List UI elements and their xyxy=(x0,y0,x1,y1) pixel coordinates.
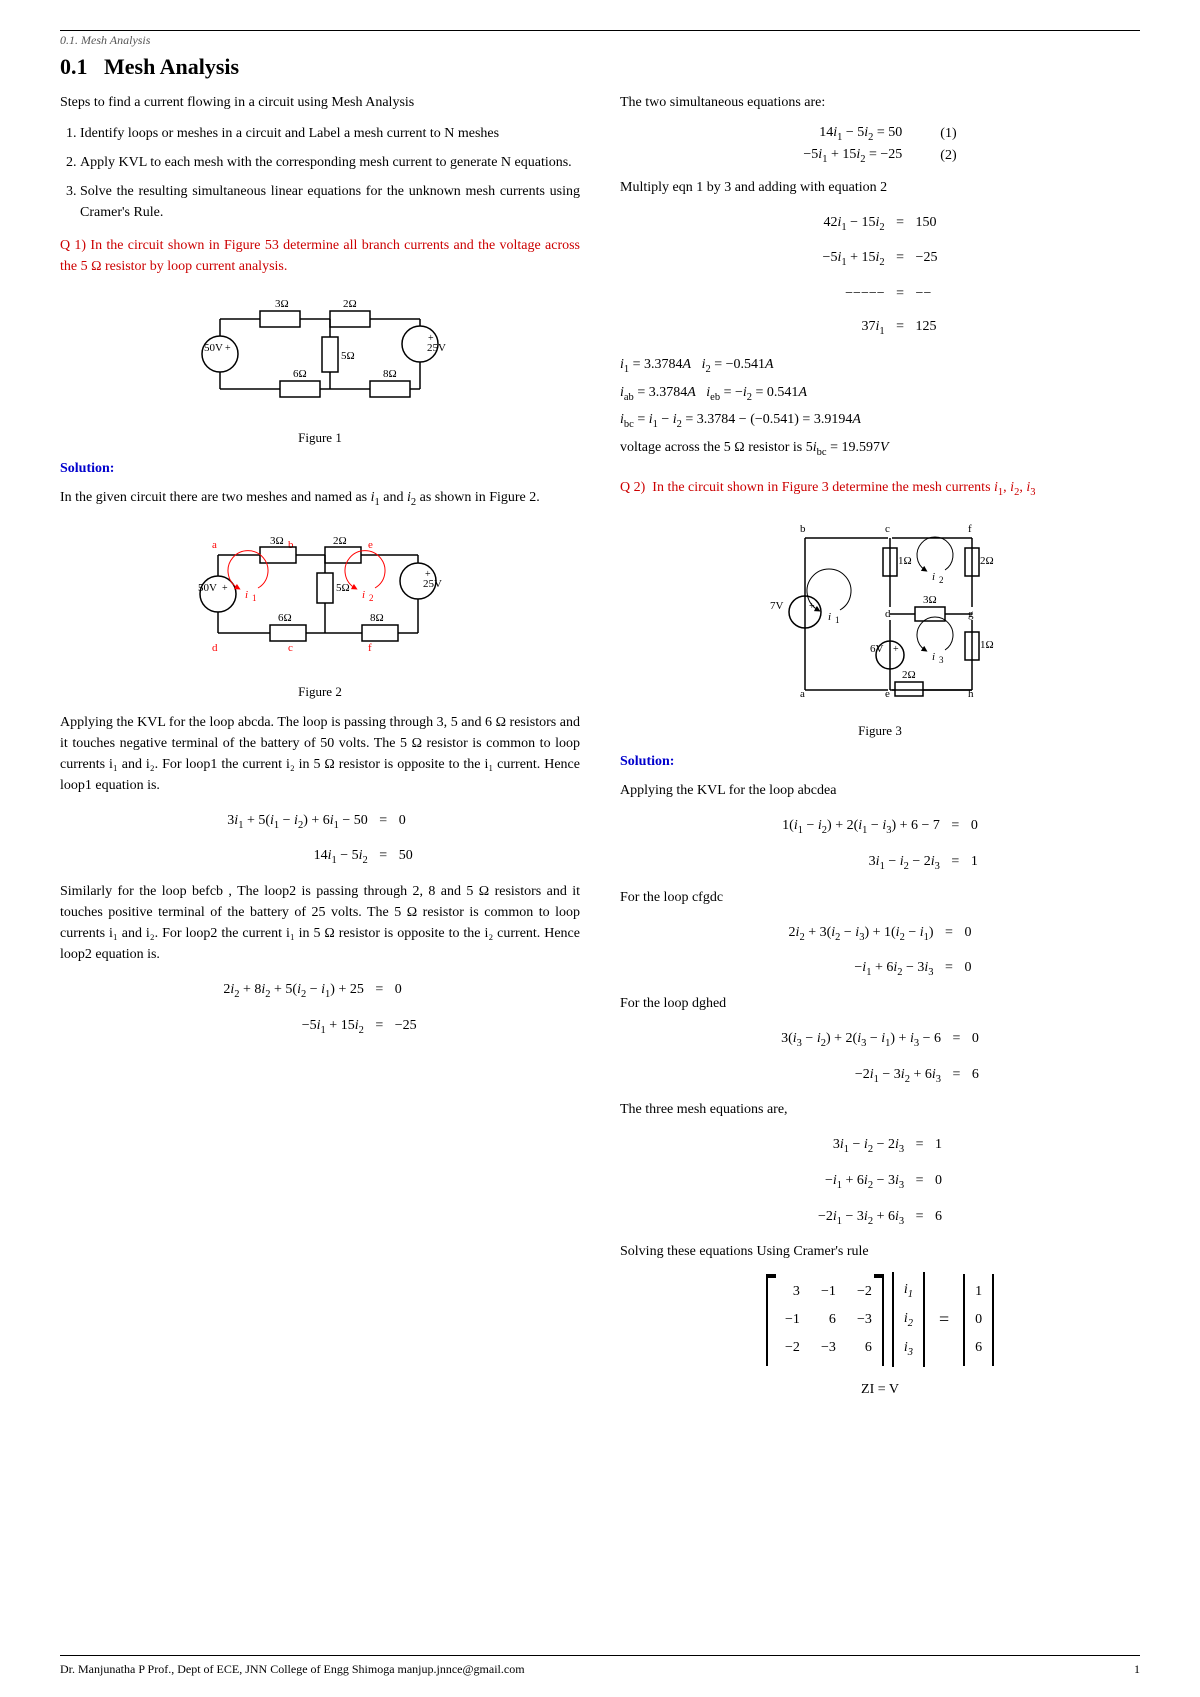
left-column: Steps to find a current flowing in a cir… xyxy=(60,92,580,1410)
svg-text:+: + xyxy=(225,343,231,354)
results-1: i1 = 3.3784A i2 = −0.541A iab = 3.3784A … xyxy=(620,352,1140,463)
svg-text:+: + xyxy=(222,583,228,594)
svg-text:6Ω: 6Ω xyxy=(278,612,292,624)
svg-text:5Ω: 5Ω xyxy=(341,350,355,362)
kvl-abcdea-text: Applying the KVL for the loop abcdea xyxy=(620,780,1140,801)
simul-text: The two simultaneous equations are: xyxy=(620,92,1140,113)
svg-text:c: c xyxy=(885,523,890,535)
loop-dghed-eq: 3(i3 − i2) + 2(i3 − i1) + i3 − 6 = 0 −2i… xyxy=(620,1024,1140,1091)
svg-text:25V: 25V xyxy=(427,342,446,354)
svg-text:2: 2 xyxy=(939,575,944,585)
right-column: The two simultaneous equations are: 14i1… xyxy=(620,92,1140,1410)
svg-text:1Ω: 1Ω xyxy=(980,639,994,651)
svg-text:f: f xyxy=(968,523,972,535)
figure-3-container: b c f a e h d g 7V + xyxy=(620,512,1140,739)
svg-text:6Ω: 6Ω xyxy=(293,368,307,380)
svg-text:2Ω: 2Ω xyxy=(902,669,916,681)
loop2-text: Similarly for the loop befcb , The loop2… xyxy=(60,881,580,965)
loop-abcdea-eq: 1(i1 − i2) + 2(i1 − i3) + 6 − 7 = 0 3i1 … xyxy=(620,811,1140,878)
simul-equations: 14i1 − 5i2 = 50 (1) −5i1 + 15i2 = −25 (2… xyxy=(795,123,964,167)
page: 0.1. Mesh Analysis 0.1 Mesh Analysis Ste… xyxy=(0,0,1200,1697)
svg-text:7V: 7V xyxy=(770,600,784,612)
step-3: Solve the resulting simultaneous linear … xyxy=(80,181,580,223)
loop-dghed-label: For the loop dghed xyxy=(620,993,1140,1014)
fig3-caption: Figure 3 xyxy=(620,723,1140,739)
figure-2-svg: a b e d c f 3Ω 2Ω xyxy=(170,523,470,673)
figure-1-svg: 3Ω 2Ω + 25V 5Ω xyxy=(180,289,460,419)
step-1: Identify loops or meshes in a circuit an… xyxy=(80,123,580,144)
solution-label-1: Solution: xyxy=(60,458,580,479)
multiply-text: Multiply eqn 1 by 3 and adding with equa… xyxy=(620,177,1140,198)
svg-text:50V: 50V xyxy=(204,342,223,354)
footer: Dr. Manjunatha P Prof., Dept of ECE, JNN… xyxy=(60,1655,1140,1677)
loop-cfgdc-eq: 2i2 + 3(i2 − i3) + 1(i2 − i1) = 0 −i1 + … xyxy=(620,918,1140,985)
svg-text:3: 3 xyxy=(939,655,944,665)
three-mesh-text: The three mesh equations are, xyxy=(620,1099,1140,1120)
svg-text:d: d xyxy=(212,642,218,654)
solution-label-2: Solution: xyxy=(620,751,1140,772)
kvl-text: Applying the KVL for the loop abcda. The… xyxy=(60,712,580,796)
svg-text:2Ω: 2Ω xyxy=(980,555,994,567)
loop2-equations: 2i2 + 8i2 + 5(i2 − i1) + 25 = 0 −5i1 + 1… xyxy=(60,975,580,1042)
section-title: 0.1 Mesh Analysis xyxy=(60,54,1140,80)
svg-text:5Ω: 5Ω xyxy=(336,582,350,594)
steps-list: Identify loops or meshes in a circuit an… xyxy=(80,123,580,223)
svg-text:50V: 50V xyxy=(198,582,217,594)
fig2-caption: Figure 2 xyxy=(60,684,580,700)
svg-text:b: b xyxy=(288,539,294,551)
svg-text:f: f xyxy=(368,642,372,654)
figure-1-container: 3Ω 2Ω + 25V 5Ω xyxy=(60,289,580,446)
multiply-system: 42i1 − 15i2 = 150 −5i1 + 15i2 = −25 −−−−… xyxy=(620,208,1140,344)
loop1-equations: 3i1 + 5(i1 − i2) + 6i1 − 50 = 0 14i1 − 5… xyxy=(60,806,580,873)
svg-text:3Ω: 3Ω xyxy=(275,298,289,310)
question-2: Q 2) In the circuit shown in Figure 3 de… xyxy=(620,477,1140,501)
section-heading: Mesh Analysis xyxy=(104,54,239,79)
page-number: 1 xyxy=(1134,1662,1140,1677)
question-1: Q 1) In the circuit shown in Figure 53 d… xyxy=(60,235,580,277)
svg-text:+: + xyxy=(893,644,899,655)
svg-text:b: b xyxy=(800,523,806,535)
figure-3-svg: b c f a e h d g 7V + xyxy=(740,512,1020,712)
svg-text:8Ω: 8Ω xyxy=(370,612,384,624)
zi-equals-v: ZI = V xyxy=(620,1377,1140,1402)
loop-cfgdc-label: For the loop cfgdc xyxy=(620,887,1140,908)
section-number: 0.1 xyxy=(60,54,88,79)
svg-text:3Ω: 3Ω xyxy=(923,594,937,606)
svg-text:1Ω: 1Ω xyxy=(898,555,912,567)
fig1-caption: Figure 1 xyxy=(60,430,580,446)
svg-text:i: i xyxy=(932,571,935,583)
matrix-equation: 3 −1 −2 −1 6 −3 −2 −3 6 xyxy=(620,1272,1140,1366)
zi-v-text: ZI = V xyxy=(861,1382,899,1397)
footer-text: Dr. Manjunatha P Prof., Dept of ECE, JNN… xyxy=(60,1662,525,1677)
three-mesh-system: 3i1 − i2 − 2i3 = 1 −i1 + 6i2 − 3i3 = 0 −… xyxy=(620,1130,1140,1233)
step-2: Apply KVL to each mesh with the correspo… xyxy=(80,152,580,173)
svg-text:e: e xyxy=(368,539,373,551)
svg-text:i: i xyxy=(932,651,935,663)
figure-2-container: a b e d c f 3Ω 2Ω xyxy=(60,523,580,700)
svg-text:8Ω: 8Ω xyxy=(383,368,397,380)
intro-text: Steps to find a current flowing in a cir… xyxy=(60,92,580,113)
svg-text:i: i xyxy=(362,589,365,601)
svg-text:1: 1 xyxy=(835,615,840,625)
svg-text:2: 2 xyxy=(369,593,374,603)
svg-text:6V: 6V xyxy=(870,643,884,655)
svg-text:1: 1 xyxy=(252,593,257,603)
svg-text:25V: 25V xyxy=(423,578,442,590)
two-col-layout: Steps to find a current flowing in a cir… xyxy=(60,92,1140,1410)
header: 0.1. Mesh Analysis xyxy=(60,30,1140,48)
svg-text:c: c xyxy=(288,642,293,654)
solution-text-1: In the given circuit there are two meshe… xyxy=(60,487,580,511)
cramer-text: Solving these equations Using Cramer's r… xyxy=(620,1241,1140,1262)
svg-text:i: i xyxy=(245,589,248,601)
svg-text:a: a xyxy=(212,539,217,551)
svg-text:3Ω: 3Ω xyxy=(270,535,284,547)
svg-text:2Ω: 2Ω xyxy=(333,535,347,547)
svg-text:i: i xyxy=(828,611,831,623)
header-text: 0.1. Mesh Analysis xyxy=(60,33,150,47)
svg-text:2Ω: 2Ω xyxy=(343,298,357,310)
